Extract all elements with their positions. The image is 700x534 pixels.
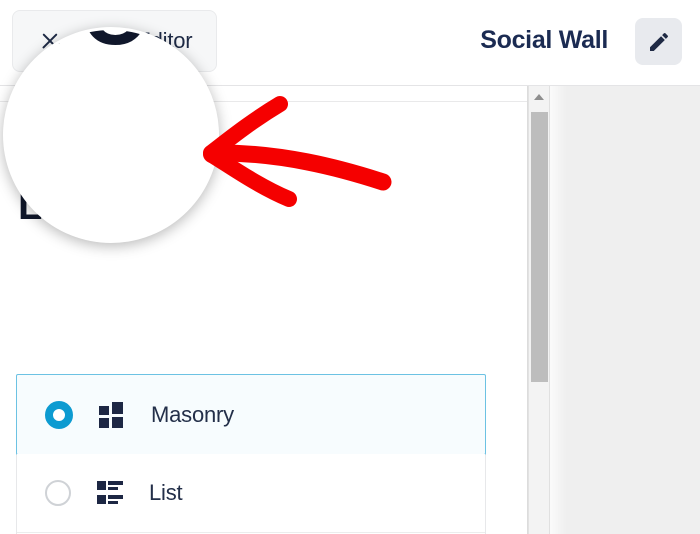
magnifier-background: CUSTOMIZE LAYOUT bbox=[6, 30, 216, 240]
panel-scrollbar[interactable] bbox=[528, 86, 549, 534]
layout-option-label: List bbox=[149, 480, 183, 505]
list-icon bbox=[93, 481, 127, 505]
radio-masonry[interactable] bbox=[45, 400, 73, 429]
magnifier-callout: CUSTOMIZE LAYOUT bbox=[3, 27, 219, 243]
app-root: Close Editor Social Wall CUSTOMIZE LAYOU… bbox=[0, 0, 700, 534]
magnifier-content: CUSTOMIZE LAYOUT bbox=[6, 30, 216, 240]
preview-pane bbox=[549, 86, 700, 534]
masonry-grid-icon bbox=[95, 401, 129, 428]
layout-option-list-item[interactable]: List bbox=[17, 454, 485, 533]
edit-title-button[interactable] bbox=[635, 18, 682, 65]
page-title: Social Wall bbox=[480, 26, 608, 54]
pencil-edit-icon bbox=[649, 32, 668, 51]
scrollbar-thumb[interactable] bbox=[531, 112, 548, 382]
scroll-up-button[interactable] bbox=[529, 86, 549, 108]
layout-option-list: Masonry List bbox=[16, 374, 486, 534]
scroll-up-arrow-icon bbox=[534, 94, 544, 100]
magnified-section-heading: LAYOUT bbox=[6, 30, 216, 66]
layout-option-label: Masonry bbox=[151, 401, 234, 427]
layout-option-masonry[interactable]: Masonry bbox=[16, 374, 486, 455]
radio-list[interactable] bbox=[45, 480, 71, 506]
